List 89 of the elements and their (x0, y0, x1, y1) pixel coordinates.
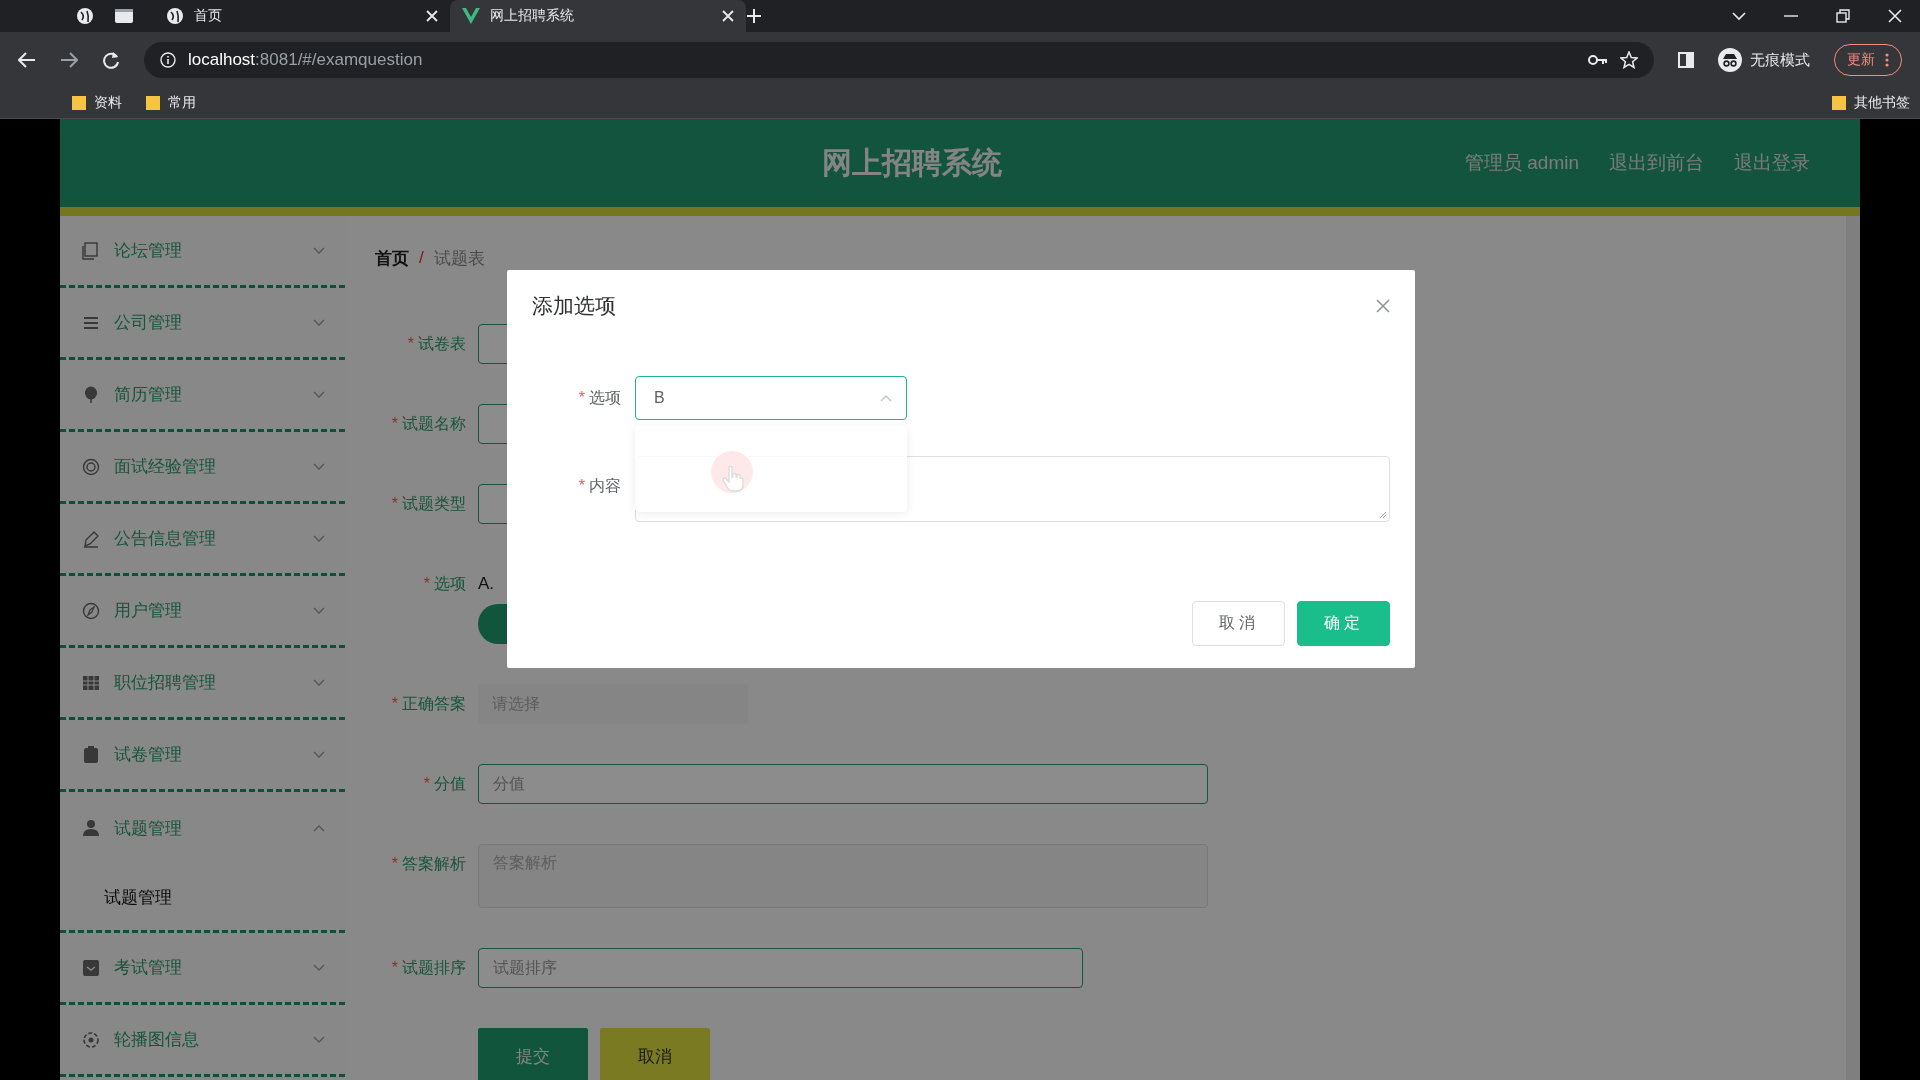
chevron-down-icon (313, 534, 325, 543)
globe-icon (166, 7, 184, 25)
chevron-up-icon (313, 824, 325, 832)
option-text: A. (478, 573, 496, 594)
header-link[interactable]: 退出登录 (1734, 150, 1810, 176)
balloon-icon (82, 385, 100, 404)
chevron-down-icon[interactable] (1732, 11, 1746, 21)
chevron-down-icon (313, 1035, 325, 1044)
sidebar-item[interactable]: 试题管理 (60, 792, 345, 864)
field-label: * 分值 (422, 774, 467, 794)
chevron-up-icon (880, 394, 892, 402)
folder-icon (146, 96, 160, 110)
v-logo-icon (462, 8, 480, 24)
info-icon[interactable] (160, 52, 176, 68)
url-text[interactable]: localhost:8081/#/examquestion (188, 50, 423, 70)
sidebar-item[interactable]: 公告信息管理 (60, 504, 345, 576)
sidebar-item[interactable]: 考试管理 (60, 933, 345, 1005)
cancel-button[interactable]: 取消 (1192, 601, 1285, 646)
chevron-down-icon (313, 678, 325, 687)
bookmark-link[interactable]: 常用 (168, 94, 196, 112)
select-field[interactable]: B (635, 376, 907, 420)
input-field[interactable]: 分值 (478, 764, 1208, 804)
person-icon (82, 819, 100, 837)
browser-tab[interactable]: 首页 (154, 0, 450, 32)
back-arrow-icon[interactable] (18, 52, 36, 68)
chevron-down-icon (313, 462, 325, 471)
chevron-down-icon (313, 606, 325, 615)
breadcrumb-item: 试题表 (433, 247, 485, 270)
window-icon[interactable] (114, 8, 134, 24)
field-label: * 答案解析 (390, 854, 467, 874)
resize-handle-icon (1379, 511, 1387, 519)
restore-icon[interactable] (1836, 9, 1850, 23)
more-icon (1885, 53, 1889, 67)
plus-icon[interactable] (746, 8, 762, 24)
bookmark-link[interactable]: 资料 (94, 94, 122, 112)
incognito-icon[interactable] (1718, 48, 1742, 72)
profile-label: 无痕模式 (1750, 50, 1810, 70)
field-label: * 试卷表 (406, 334, 467, 354)
field-label: * 试题类型 (390, 494, 467, 514)
field-label: * 正确答案 (390, 694, 467, 714)
forward-arrow-icon[interactable] (60, 52, 78, 68)
folder-icon (1832, 96, 1846, 110)
reload-icon[interactable] (102, 51, 120, 69)
submit-button[interactable]: 提交 (478, 1028, 588, 1080)
bookmark-link[interactable]: 其他书签 (1854, 94, 1910, 112)
chevron-down-icon (313, 963, 325, 972)
sidebar-subitem[interactable]: 试题管理 (104, 885, 172, 909)
dialog-title: 添加选项 (532, 293, 616, 319)
update-button[interactable]: 更新 (1834, 44, 1902, 76)
folder-icon (72, 96, 86, 110)
address-bar[interactable]: localhost:8081/#/examquestion (144, 42, 1654, 78)
clipboard-icon (82, 745, 100, 764)
field-label: * 选项 (577, 388, 622, 408)
breadcrumb-separator: / (419, 248, 424, 268)
sidebar-item[interactable]: 简历管理 (60, 360, 345, 432)
field-label: * 试题排序 (390, 958, 467, 978)
confirm-button[interactable]: 确定 (1297, 601, 1390, 646)
sidebar-item[interactable]: 轮播图信息 (60, 1005, 345, 1077)
scrollbar[interactable] (1846, 216, 1860, 1080)
sidebar-item[interactable]: 职位招聘管理 (60, 648, 345, 720)
grid-icon (82, 673, 100, 692)
breadcrumb-item[interactable]: 首页 (375, 246, 409, 270)
field-label: * 选项 (422, 574, 467, 594)
compass-icon (82, 601, 100, 620)
minimize-icon[interactable] (1784, 14, 1798, 18)
sidebar-item[interactable]: 用户管理 (60, 576, 345, 648)
browser-tab[interactable]: 网上招聘系统 (450, 0, 746, 32)
sidebar-item[interactable]: 试卷管理 (60, 720, 345, 792)
chevron-down-icon (313, 246, 325, 255)
header-link[interactable]: 退出到前台 (1609, 150, 1704, 176)
target-icon (82, 457, 100, 476)
sidebar-item[interactable]: 公司管理 (60, 288, 345, 360)
chevron-down-icon (313, 318, 325, 327)
side-panel-icon[interactable] (1678, 52, 1694, 68)
chevron-down-icon (313, 390, 325, 399)
field-label: * 内容 (577, 476, 622, 496)
pen-icon (82, 529, 100, 548)
header-link[interactable]: 管理员 admin (1464, 150, 1579, 176)
star-icon[interactable] (1620, 51, 1638, 69)
sidebar-item[interactable]: 论坛管理 (60, 216, 345, 288)
input-field[interactable]: 试题排序 (478, 948, 1083, 988)
pages-icon (82, 241, 100, 260)
sidebar-item[interactable]: 面试经验管理 (60, 432, 345, 504)
key-icon[interactable] (1588, 54, 1608, 66)
app-title: 网上招聘系统 (821, 144, 1004, 181)
globe-icon[interactable] (76, 7, 94, 25)
cancel-button[interactable]: 取消 (600, 1028, 710, 1080)
chevron-down-icon (313, 750, 325, 759)
field-label: * 试题名称 (390, 414, 467, 434)
